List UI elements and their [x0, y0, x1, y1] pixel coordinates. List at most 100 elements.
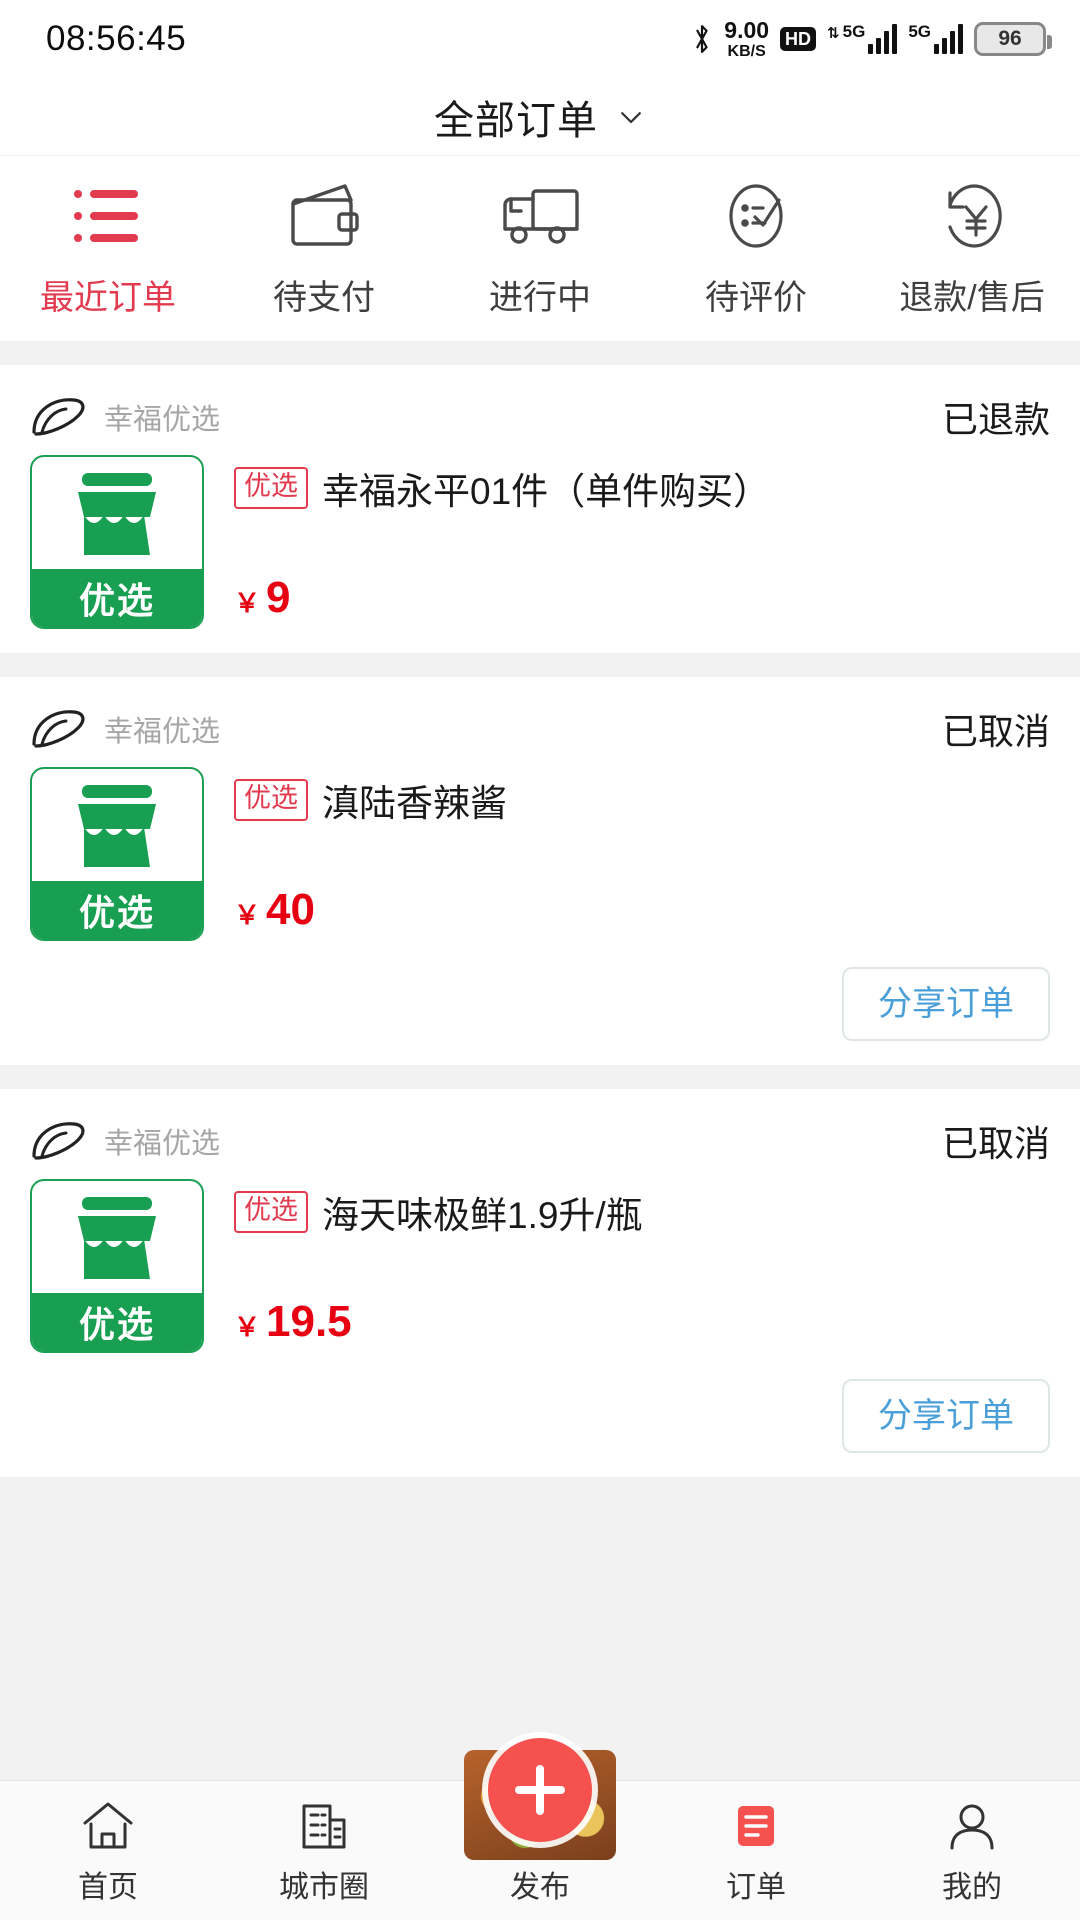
hd-label: HD [785, 29, 812, 49]
network-speed-value: 9.00 [724, 16, 770, 43]
list-gap [0, 1065, 1080, 1089]
order-category-tabs: 最近订单 待支付 进行中 待评价 退款/售后 [0, 156, 1080, 341]
status-indicators: 9.00 KB/S HD ⇅ 5G 5G 96 [691, 16, 1052, 60]
signal-bars-icon [934, 24, 963, 54]
product-name: 幸福永平01件（单件购买） [322, 471, 771, 512]
order-info: 优选 滇陆香辣酱 ￥ 40 [234, 767, 1050, 941]
signal-sim2: 5G [908, 22, 963, 54]
list-icon [72, 182, 144, 250]
shop-name: 幸福优选 [104, 404, 221, 436]
order-actions: 分享订单 [30, 1379, 1050, 1453]
shop-name: 幸福优选 [104, 716, 221, 748]
order-card-body: 优选 优选 海天味极鲜1.9升/瓶 ￥ 19.5 [30, 1179, 1050, 1353]
nav-label: 首页 [78, 1870, 138, 1904]
storefront-icon [32, 1181, 202, 1293]
bottom-navigation: 首页 城市圈 发布 订单 我的 [0, 1738, 1080, 1920]
shop-info[interactable]: 幸福优选 [30, 708, 220, 750]
battery-level: 96 [998, 27, 1022, 50]
tab-label: 进行中 [489, 279, 591, 317]
refund-icon [936, 182, 1008, 250]
tab-in-progress[interactable]: 进行中 [432, 182, 648, 319]
page-header: 全部订单 [0, 78, 1080, 156]
order-card-header: 幸福优选 已退款 [30, 391, 1050, 443]
tab-pending-payment[interactable]: 待支付 [216, 182, 432, 319]
currency-symbol: ￥ [234, 900, 261, 930]
thumbnail-label: 优选 [32, 1293, 202, 1351]
order-status: 已取消 [941, 711, 1050, 752]
tab-refund-aftersales[interactable]: 退款/售后 [864, 182, 1080, 319]
thumbnail-label: 优选 [32, 881, 202, 939]
plus-icon[interactable] [488, 1738, 592, 1842]
share-order-button[interactable]: 分享订单 [842, 1379, 1050, 1453]
signal-bars-icon [868, 24, 898, 54]
order-card[interactable]: 幸福优选 已取消 优选 优选 海天味极鲜1.9升/瓶 ￥ 19.5 分享订单 [0, 1089, 1080, 1477]
tab-pending-review[interactable]: 待评价 [648, 182, 864, 319]
product-title-row: 优选 海天味极鲜1.9升/瓶 [234, 1185, 1050, 1239]
order-status: 已退款 [941, 399, 1050, 440]
tab-recent-orders[interactable]: 最近订单 [0, 182, 216, 319]
nav-item-publish[interactable]: 发布 [432, 1738, 648, 1920]
order-icon [730, 1796, 782, 1852]
status-time: 08:56:45 [46, 19, 187, 58]
order-status: 已取消 [941, 1123, 1050, 1164]
bluetooth-icon [696, 25, 708, 53]
thumbnail-label: 优选 [32, 569, 202, 627]
product-badge: 优选 [234, 1191, 308, 1233]
price-amount: 19.5 [266, 1297, 352, 1346]
signal-sim1: ⇅ 5G [827, 22, 898, 54]
nav-label: 城市圈 [279, 1870, 369, 1904]
product-name: 滇陆香辣酱 [322, 783, 507, 824]
city-icon [296, 1796, 352, 1852]
product-title-row: 优选 幸福永平01件（单件购买） [234, 461, 1050, 515]
person-icon [945, 1796, 999, 1852]
nav-item-mine[interactable]: 我的 [864, 1781, 1080, 1920]
data-transfer-icon: ⇅ [827, 24, 840, 42]
storefront-icon [32, 769, 202, 881]
tab-label: 待评价 [705, 279, 807, 317]
order-info: 优选 海天味极鲜1.9升/瓶 ￥ 19.5 [234, 1179, 1050, 1353]
order-info: 优选 幸福永平01件（单件购买） ￥ 9 [234, 455, 1050, 629]
sim1-network-label: 5G [842, 22, 866, 41]
status-bar: 08:56:45 9.00 KB/S HD ⇅ 5G 5G 96 [0, 0, 1080, 78]
shop-info[interactable]: 幸福优选 [30, 396, 220, 438]
order-card-body: 优选 优选 幸福永平01件（单件购买） ￥ 9 [30, 455, 1050, 629]
home-icon [80, 1796, 136, 1852]
product-name: 海天味极鲜1.9升/瓶 [322, 1195, 643, 1236]
share-order-button[interactable]: 分享订单 [842, 967, 1050, 1041]
product-thumbnail[interactable]: 优选 [30, 767, 204, 941]
tab-label: 最近订单 [40, 279, 176, 317]
price-amount: 40 [266, 885, 315, 934]
tab-label: 退款/售后 [899, 279, 1045, 317]
storefront-icon [32, 457, 202, 569]
hd-voice-icon: HD [780, 27, 817, 51]
nav-label: 我的 [942, 1870, 1002, 1904]
network-speed: 9.00 KB/S [724, 16, 770, 60]
order-card[interactable]: 幸福优选 已取消 优选 优选 滇陆香辣酱 ￥ 40 分享订单 [0, 677, 1080, 1065]
app-screen: 08:56:45 9.00 KB/S HD ⇅ 5G 5G 96 全部订单 最近… [0, 0, 1080, 1920]
network-speed-unit: KB/S [727, 42, 766, 60]
shop-info[interactable]: 幸福优选 [30, 1120, 220, 1162]
order-actions: 分享订单 [30, 967, 1050, 1041]
product-badge: 优选 [234, 779, 308, 821]
nav-item-city[interactable]: 城市圈 [216, 1781, 432, 1920]
currency-symbol: ￥ [234, 1312, 261, 1342]
sim2-network-label: 5G [908, 22, 931, 41]
currency-symbol: ￥ [234, 588, 261, 618]
nav-item-home[interactable]: 首页 [0, 1781, 216, 1920]
review-icon [721, 182, 791, 250]
nav-label: 发布 [510, 1871, 570, 1904]
truck-icon [499, 182, 581, 250]
product-thumbnail[interactable]: 优选 [30, 1179, 204, 1353]
chevron-down-icon[interactable] [616, 102, 646, 132]
price-amount: 9 [266, 573, 291, 622]
order-price: ￥ 40 [234, 885, 1050, 935]
product-thumbnail[interactable]: 优选 [30, 455, 204, 629]
nav-item-orders[interactable]: 订单 [648, 1781, 864, 1920]
order-card[interactable]: 幸福优选 已退款 优选 优选 幸福永平01件（单件购买） ￥ 9 [0, 365, 1080, 653]
wallet-icon [285, 182, 363, 250]
list-gap [0, 341, 1080, 365]
nav-label: 订单 [726, 1870, 786, 1904]
order-card-header: 幸福优选 已取消 [30, 1115, 1050, 1167]
shop-name: 幸福优选 [104, 1128, 221, 1160]
shop-logo-icon [32, 398, 85, 436]
